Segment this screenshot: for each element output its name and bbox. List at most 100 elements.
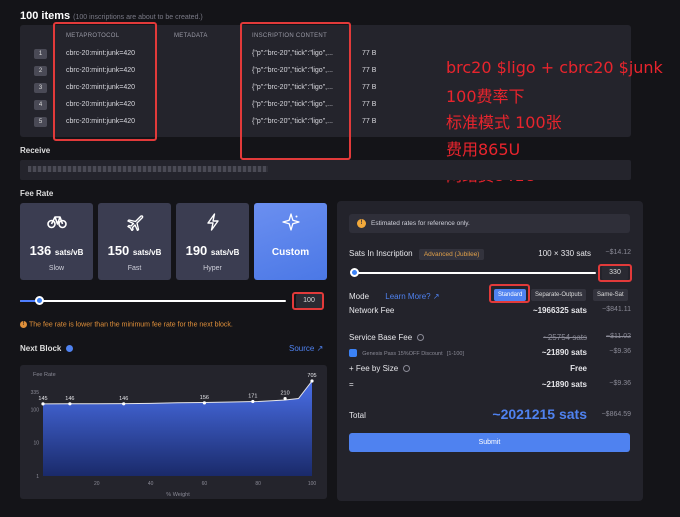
content-cell: {"p":"brc-20","tick":"ligo",...: [252, 67, 333, 74]
data-label: 145: [38, 396, 47, 402]
fee-value: 150: [107, 243, 130, 258]
sats-in-inscription-label: Sats In Inscription: [349, 249, 413, 258]
sats-slider-thumb[interactable]: [350, 268, 359, 277]
size-cell: 77 B: [362, 84, 377, 91]
equals-value: ~21890 sats: [541, 380, 587, 389]
fee-card-fast[interactable]: 150 sats/vB Fast: [98, 203, 171, 280]
size-cell: 77 B: [362, 101, 377, 108]
line-series: [42, 380, 313, 405]
fee-rate-slider-track[interactable]: [20, 300, 286, 302]
sats-slider-track[interactable]: [354, 272, 596, 274]
fee-rate-slider-thumb[interactable]: [34, 296, 44, 305]
discount-value: ~21890 sats: [541, 348, 587, 357]
data-label: 210: [281, 391, 290, 397]
x-tick-label: 20: [94, 481, 100, 487]
fee-card-custom[interactable]: Custom: [254, 203, 327, 280]
info-icon: !: [357, 219, 366, 228]
summary-panel: ! Estimated rates for reference only. Sa…: [337, 201, 643, 501]
receive-label: Receive: [20, 146, 51, 155]
fee-rate-chart: Fee Rate 335 100 10 1 20 40 60 80 100 145 146 146…: [20, 365, 327, 499]
data-point: [202, 401, 206, 405]
info-icon: [65, 345, 73, 353]
metaprotocol-cell: cbrc-20:mint:junk=420: [66, 84, 136, 91]
column-header-metaprotocol: METAPROTOCOL: [66, 33, 120, 39]
learn-more-link[interactable]: Learn More? ↗: [385, 292, 439, 301]
mode-same-sat-button[interactable]: Same-Sat: [593, 289, 628, 301]
row-number: 2: [34, 66, 47, 76]
x-tick-label: 80: [255, 481, 261, 487]
x-tick-label: 40: [148, 481, 154, 487]
equals-usd: ~$9.36: [609, 380, 631, 387]
sparkle-icon: [254, 213, 327, 231]
jet-icon: [98, 213, 171, 232]
fee-card-slow[interactable]: 136 sats/vB Slow: [20, 203, 93, 280]
annotation-line: 100费率下: [446, 87, 525, 106]
table-row: 3 cbrc-20:mint:junk=420 {"p":"brc-20","t…: [20, 80, 631, 97]
data-point: [68, 402, 72, 406]
service-base-fee-label: Service Base Fee: [349, 333, 413, 342]
source-link[interactable]: Source ↗: [289, 344, 323, 353]
total-usd: ~$864.59: [601, 411, 631, 418]
next-block-title: Next Block: [20, 344, 62, 353]
fee-by-size-row: + Fee by Size Free: [349, 364, 631, 373]
items-title: 100 items (100 inscriptions are about to …: [20, 10, 203, 22]
fee-card-hyper[interactable]: 190 sats/vB Hyper: [176, 203, 249, 280]
sats-value: 100 × 330 sats: [538, 249, 591, 258]
info-icon: [417, 334, 425, 342]
mode-separate-outputs-button[interactable]: Separate-Outputs: [531, 289, 587, 301]
network-fee-label: Network Fee: [349, 306, 395, 315]
sats-mode-badge[interactable]: Advanced (Jubilee): [418, 249, 485, 260]
y-tick-label: 335: [31, 390, 40, 396]
fee-value: 136: [29, 243, 52, 258]
discount-range: [1-100]: [446, 351, 464, 357]
network-fee-row: Network Fee ~1966325 sats ~$841.11: [349, 306, 631, 315]
warning-text: The fee rate is lower than the minimum f…: [29, 321, 233, 329]
service-base-fee-row: Service Base Fee ~25754 sats ~$11.02: [349, 333, 631, 342]
custom-fee-input[interactable]: 100: [296, 294, 322, 308]
submit-button[interactable]: Submit: [349, 433, 630, 452]
row-number: 3: [34, 83, 47, 93]
equals-row: = ~21890 sats ~$9.36: [349, 380, 631, 389]
mode-row: Mode Learn More? ↗: [349, 292, 631, 301]
total-value: ~2021215 sats: [492, 406, 587, 422]
x-axis: 20 40 60 80 100: [94, 481, 316, 487]
content-cell: {"p":"brc-20","tick":"ligo",...: [252, 84, 333, 91]
data-point: [41, 402, 45, 406]
size-cell: 77 B: [362, 118, 377, 125]
discount-usd: ~$9.36: [609, 348, 631, 355]
chart-title: Fee Rate: [33, 372, 56, 378]
data-point: [310, 379, 314, 383]
receive-address-field[interactable]: [20, 160, 631, 180]
fee-by-size-label: + Fee by Size: [349, 364, 399, 373]
sats-input[interactable]: 330: [602, 266, 628, 280]
row-number: 4: [34, 100, 47, 110]
column-header-metadata: METADATA: [174, 33, 208, 39]
next-block-label: Next Block: [20, 344, 73, 353]
fee-card-label: Custom: [271, 247, 310, 258]
size-cell: 77 B: [362, 50, 377, 57]
data-point: [122, 402, 126, 406]
fee-by-size-value: Free: [570, 364, 587, 373]
row-number: 5: [34, 117, 47, 127]
y-tick-label: 100: [31, 407, 40, 413]
equals-label: =: [349, 380, 354, 389]
x-axis-label: % Weight: [166, 492, 190, 498]
mode-standard-button[interactable]: Standard: [494, 289, 527, 301]
row-number: 1: [34, 49, 47, 59]
fee-card-label: Hyper: [203, 265, 222, 272]
discount-row: Genesis Pass 15%OFF Discount [1-100] ~21…: [349, 348, 631, 357]
sats-usd: ~$14.12: [605, 249, 632, 256]
x-tick-label: 100: [308, 481, 317, 487]
fee-card-label: Slow: [48, 265, 65, 272]
annotation-line: brc20 $ligo + cbrc20 $junk: [446, 58, 663, 77]
y-axis: 335 100 10 1: [31, 390, 40, 480]
info-icon: [403, 365, 411, 373]
metaprotocol-cell: cbrc-20:mint:junk=420: [66, 101, 136, 108]
network-fee-usd: ~$841.11: [602, 306, 631, 313]
fee-value: 190: [185, 243, 208, 258]
size-cell: 77 B: [362, 67, 377, 74]
discount-label: Genesis Pass 15%OFF Discount: [362, 351, 443, 357]
fee-unit: sats/vB: [54, 248, 84, 257]
items-subtitle: (100 inscriptions are about to be create…: [73, 14, 203, 21]
service-base-fee-usd: ~$11.02: [606, 333, 631, 340]
